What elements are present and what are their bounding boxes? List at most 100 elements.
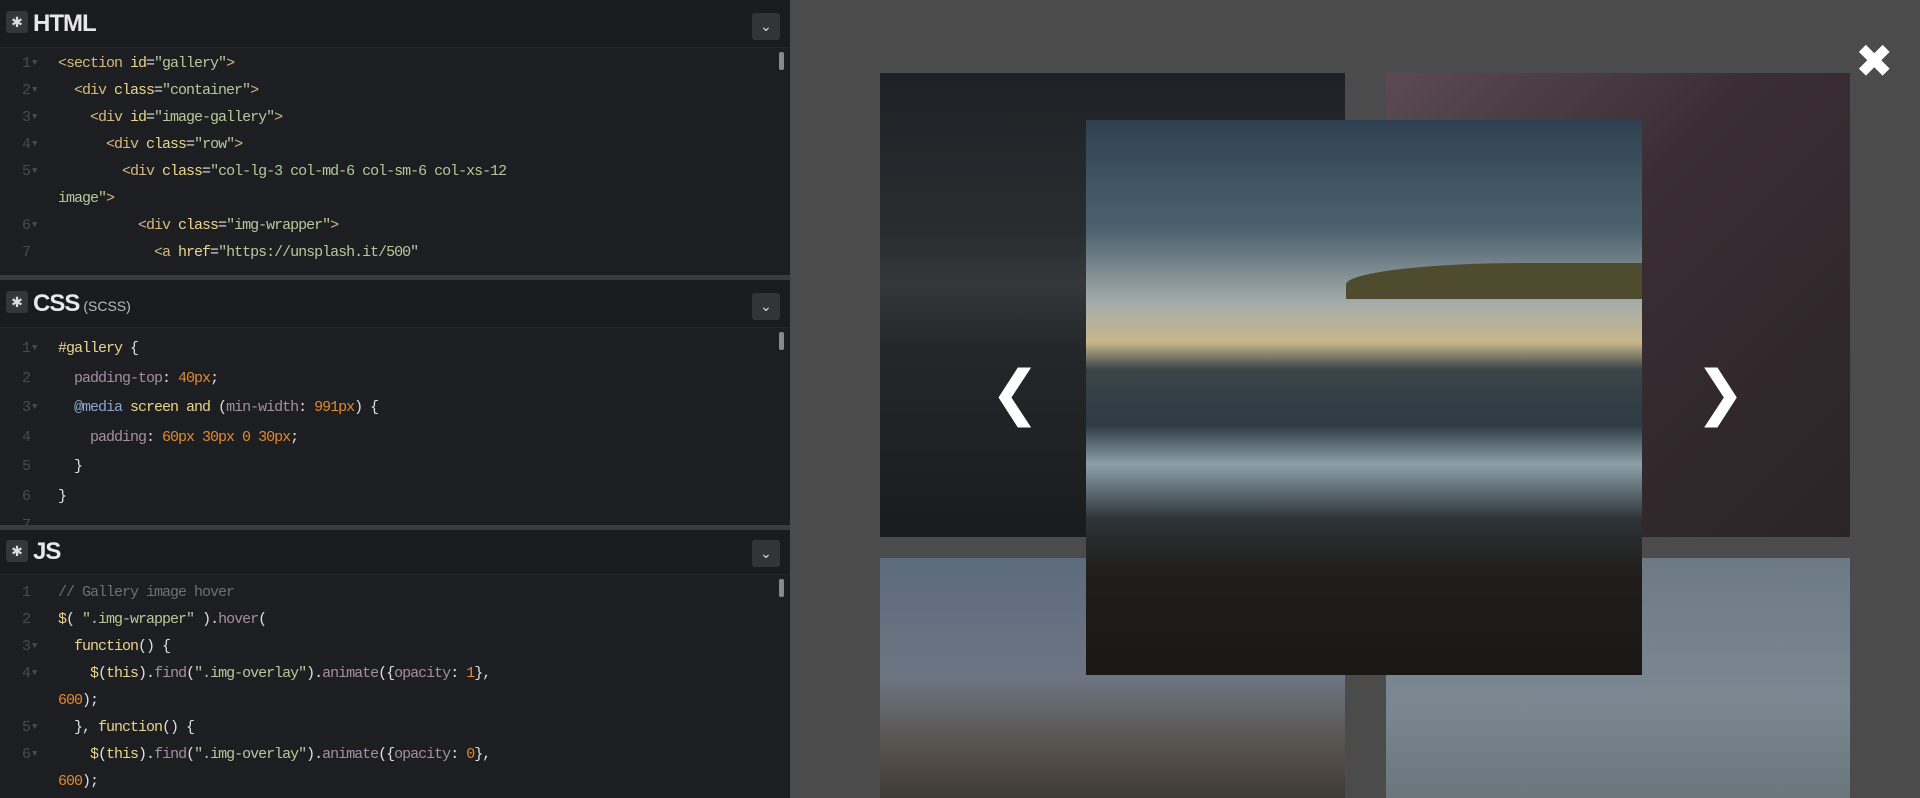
panel-title: HTML: [33, 10, 100, 38]
fold-arrow-icon[interactable]: ▼: [32, 714, 36, 741]
code-token: $: [58, 746, 98, 763]
fold-arrow-icon[interactable]: ▼: [32, 131, 36, 158]
gear-icon[interactable]: ✱: [6, 540, 28, 562]
code-line: image">: [0, 185, 790, 212]
code-token: (: [66, 611, 82, 628]
code-line: 1▼<section id="gallery">: [0, 50, 790, 77]
gear-icon[interactable]: ✱: [6, 291, 28, 313]
code-token: () {: [138, 638, 170, 655]
code-editor[interactable]: 1▼<section id="gallery">2▼ <div class="c…: [0, 48, 790, 266]
chevron-left-icon[interactable]: ❮: [990, 363, 1040, 423]
code-token: :: [450, 665, 466, 682]
fold-arrow-icon[interactable]: ▼: [32, 334, 36, 364]
line-number: 1: [0, 334, 30, 364]
close-icon[interactable]: ✖: [1855, 38, 1894, 84]
code-line: 2▼ <div class="container">: [0, 77, 790, 104]
code-token: =: [202, 163, 210, 180]
code-token: (: [98, 746, 106, 763]
code-token: ).: [306, 746, 322, 763]
code-token: >: [250, 82, 258, 99]
code-token: =: [186, 136, 194, 153]
code-line: 3▼ @media screen and (min-width: 991px) …: [0, 393, 790, 423]
code-editor[interactable]: 1▼#gallery {2 padding-top: 40px;3▼ @medi…: [0, 328, 790, 525]
fold-arrow-icon[interactable]: ▼: [32, 104, 36, 131]
fold-arrow-icon[interactable]: ▼: [32, 50, 36, 77]
code-token: screen and: [130, 399, 218, 416]
code-token: =: [146, 55, 154, 72]
code-token: @media: [58, 399, 130, 416]
code-token: >: [226, 55, 234, 72]
panel-title-text: JS: [33, 538, 60, 565]
code-line: 600);: [0, 687, 790, 714]
code-editor[interactable]: 1// Gallery image hover2$( ".img-wrapper…: [0, 575, 790, 795]
chevron-down-icon[interactable]: ⌄: [752, 13, 780, 40]
gear-icon[interactable]: ✱: [6, 11, 28, 33]
code-token: ) {: [354, 399, 378, 416]
code-line: 1// Gallery image hover: [0, 579, 790, 606]
panel-header: ✱ HTML ⌄: [0, 0, 790, 48]
code-token: =: [146, 109, 154, 126]
line-number: 2: [0, 364, 30, 394]
code-token: ).: [194, 611, 218, 628]
chevron-down-icon[interactable]: ⌄: [752, 540, 780, 567]
code-line: 3▼ <div id="image-gallery">: [0, 104, 790, 131]
code-token: },: [58, 719, 98, 736]
js-panel: ✱ JS ⌄ 1// Gallery image hover2$( ".img-…: [0, 530, 790, 798]
code-token: () {: [162, 719, 194, 736]
fold-arrow-icon[interactable]: ▼: [32, 158, 36, 185]
code-token: "row": [194, 136, 234, 153]
code-line: 3▼ function() {: [0, 633, 790, 660]
code-line: 1▼#gallery {: [0, 334, 790, 364]
code-token: :: [450, 746, 466, 763]
line-number: 4: [0, 423, 30, 453]
code-token: #gallery: [58, 340, 130, 357]
code-token: 600: [58, 773, 82, 790]
code-editor-pane: ✱ HTML ⌄ 1▼<section id="gallery">2▼ <div…: [0, 0, 790, 798]
chevron-down-icon[interactable]: ⌄: [752, 293, 780, 320]
code-token: ".img-wrapper": [82, 611, 194, 628]
code-token: find: [154, 665, 186, 682]
code-token: 991px: [314, 399, 354, 416]
code-token: 40px: [178, 370, 210, 387]
code-line: 6▼ <div class="img-wrapper">: [0, 212, 790, 239]
code-token: id: [130, 55, 146, 72]
code-token: 60px 30px 0 30px: [162, 429, 290, 446]
fold-arrow-icon[interactable]: ▼: [32, 660, 36, 687]
code-token: :: [162, 370, 178, 387]
code-token: ).: [306, 665, 322, 682]
code-token: animate: [322, 746, 378, 763]
fold-arrow-icon[interactable]: ▼: [32, 633, 36, 660]
code-line: 5 }: [0, 452, 790, 482]
line-number: 5: [0, 158, 30, 185]
code-token: 600: [58, 692, 82, 709]
code-token: ".img-overlay": [194, 746, 306, 763]
code-line: 5▼ }, function() {: [0, 714, 790, 741]
code-token: <div: [58, 82, 114, 99]
code-token: }: [58, 488, 66, 505]
code-token: ;: [290, 429, 298, 446]
line-number: 5: [0, 714, 30, 741]
code-token: ({: [378, 665, 394, 682]
code-token: href: [178, 244, 210, 261]
panel-title: JS: [33, 538, 64, 566]
panel-title-text: CSS: [33, 290, 79, 317]
line-number: 7: [0, 239, 30, 266]
fold-arrow-icon[interactable]: ▼: [32, 393, 36, 423]
chevron-right-icon[interactable]: ❯: [1695, 363, 1745, 423]
code-token: (: [218, 399, 226, 416]
fold-arrow-icon[interactable]: ▼: [32, 77, 36, 104]
code-token: >: [234, 136, 242, 153]
code-token: <a: [58, 244, 178, 261]
code-token: hover: [218, 611, 258, 628]
fold-arrow-icon[interactable]: ▼: [32, 212, 36, 239]
code-token: class: [114, 82, 154, 99]
fold-arrow-icon[interactable]: ▼: [32, 741, 36, 768]
code-token: <div: [58, 217, 178, 234]
code-token: "col-lg-3 col-md-6 col-sm-6 col-xs-12: [210, 163, 506, 180]
code-token: >: [106, 190, 114, 207]
code-line: 4 padding: 60px 30px 0 30px;: [0, 423, 790, 453]
code-token: =: [154, 82, 162, 99]
code-line: 6▼ $(this).find(".img-overlay").animate(…: [0, 741, 790, 768]
code-token: function: [58, 638, 138, 655]
code-token: class: [178, 217, 218, 234]
